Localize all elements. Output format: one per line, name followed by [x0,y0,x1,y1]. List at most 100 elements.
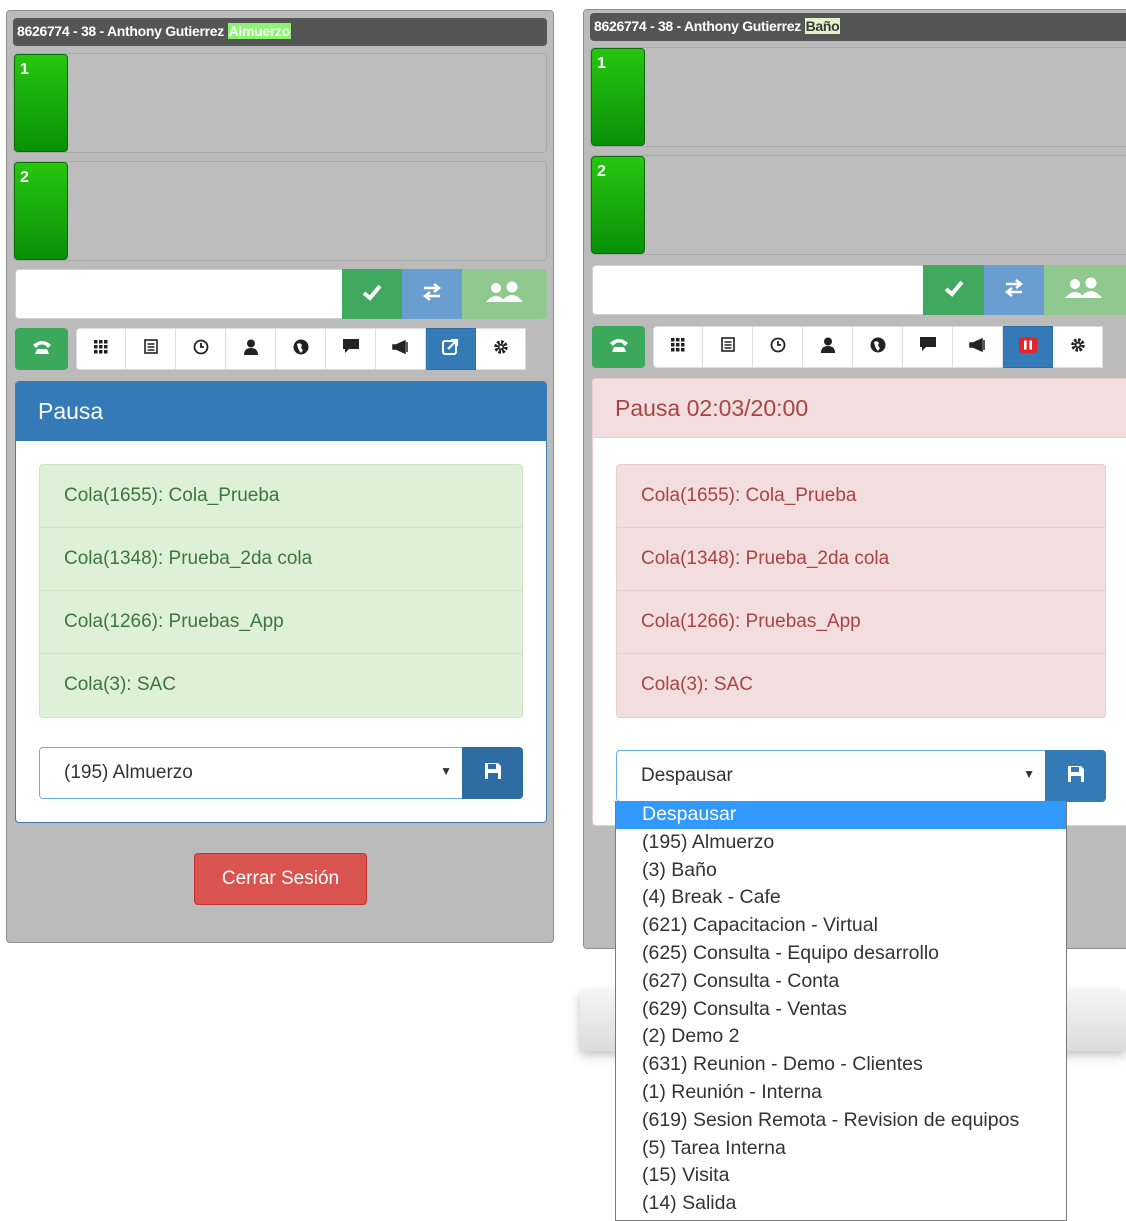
pause-reason-select[interactable]: Despausar ▼ [616,750,1046,802]
clock-icon [770,337,786,358]
tab-pause-status[interactable] [1003,326,1053,368]
dropdown-option[interactable]: (625) Consulta - Equipo desarrollo [616,940,1066,968]
tab-logout-status[interactable] [426,328,476,370]
queue-item: Cola(1655): Cola_Prueba [40,465,522,528]
dropdown-option[interactable]: (631) Reunion - Demo - Clientes [616,1051,1066,1079]
tab-keypad[interactable] [76,328,126,370]
transfer-icon [1003,278,1025,302]
gear-icon [1070,337,1086,358]
save-button[interactable] [462,747,523,799]
transfer-icon [421,282,443,306]
tab-broadcast[interactable] [376,328,426,370]
line-number: 2 [591,156,645,254]
call-button[interactable] [342,269,402,319]
tab-list[interactable] [703,326,753,368]
dial-input[interactable] [15,269,343,319]
tab-keypad[interactable] [653,326,703,368]
save-icon [484,762,502,785]
queue-list: Cola(1655): Cola_Prueba Cola(1348): Prue… [616,464,1106,718]
tab-web[interactable] [853,326,903,368]
queue-item: Cola(1348): Prueba_2da cola [40,528,522,591]
keypad-icon [671,337,685,357]
line-1[interactable]: 1 [590,47,1126,147]
pause-reason-value: (195) Almuerzo [64,762,193,783]
toolbar-tabs [592,326,1103,368]
gear-icon [493,339,509,360]
logout-icon [441,338,460,361]
user-icon [820,337,835,358]
pause-title: Pausa [16,382,546,441]
dropdown-option[interactable]: (627) Consulta - Conta [616,968,1066,996]
line-number: 2 [14,162,68,260]
dropdown-option[interactable]: (629) Consulta - Ventas [616,996,1066,1024]
status-badge: Baño [804,18,841,34]
pause-reason-value: Despausar [641,765,733,786]
logout-button[interactable]: Cerrar Sesión [194,853,367,905]
pause-reason-dropdown: Despausar (195) Almuerzo (3) Baño (4) Br… [615,801,1067,1221]
pause-icon [1018,336,1037,358]
dropdown-option[interactable]: (4) Break - Cafe [616,884,1066,912]
dropdown-option[interactable]: (5) Tarea Interna [616,1135,1066,1163]
tab-phone[interactable] [15,328,68,370]
tab-contacts[interactable] [803,326,853,368]
dropdown-option[interactable]: (15) Visita [616,1162,1066,1190]
tab-chat[interactable] [903,326,953,368]
dropdown-option[interactable]: (2) Demo 2 [616,1023,1066,1051]
save-button[interactable] [1045,750,1106,802]
queue-item: Cola(3): SAC [641,674,753,695]
dropdown-option[interactable]: (14) Salida [616,1190,1066,1218]
globe-icon [870,337,886,358]
conference-button[interactable] [462,269,547,319]
transfer-button[interactable] [984,265,1044,315]
agent-info: 8626774 - 38 - Anthony Gutierrez [17,23,224,39]
dropdown-option[interactable]: (619) Sesion Remota - Revision de equipo… [616,1107,1066,1135]
line-1[interactable]: 1 [13,53,547,153]
toolbar-tabs [15,328,526,370]
tab-contacts[interactable] [226,328,276,370]
dropdown-option[interactable]: (3) Baño [616,857,1066,885]
line-2[interactable]: 2 [13,161,547,261]
tab-history[interactable] [176,328,226,370]
megaphone-icon [391,339,410,359]
queue-item: Cola(3): SAC [64,674,176,695]
tab-phone[interactable] [592,326,645,368]
phone-icon [609,337,629,358]
megaphone-icon [968,337,987,357]
pause-reason-select[interactable]: (195) Almuerzo ▼ [39,747,463,799]
agent-header: 8626774 - 38 - Anthony Gutierrez Baño [590,13,1126,41]
phone-icon [32,339,52,360]
line-2[interactable]: 2 [590,155,1126,255]
list-icon [720,337,735,357]
dropdown-option[interactable]: Despausar [616,801,1066,829]
dial-input[interactable] [592,265,924,315]
save-icon [1067,765,1085,788]
tab-settings[interactable] [476,328,526,370]
queue-item: Cola(1266): Pruebas_App [617,591,1105,654]
queue-item: Cola(1348): Prueba_2da cola [617,528,1105,591]
status-badge: Almuerzo [227,23,291,39]
chat-icon [342,339,359,359]
tab-broadcast[interactable] [953,326,1003,368]
conference-button[interactable] [1044,265,1126,315]
tab-history[interactable] [753,326,803,368]
dropdown-option[interactable]: (195) Almuerzo [616,829,1066,857]
pause-panel: Pausa Cola(1655): Cola_Prueba Cola(1348)… [15,381,547,823]
tab-settings[interactable] [1053,326,1103,368]
dropdown-option[interactable]: (1) Reunión - Interna [616,1079,1066,1107]
tab-web[interactable] [276,328,326,370]
queue-item: Cola(1266): Pruebas_App [40,591,522,654]
chevron-down-icon: ▼ [440,764,452,778]
clock-icon [193,339,209,360]
agent-header: 8626774 - 38 - Anthony Gutierrez Almuerz… [13,18,547,46]
tab-list[interactable] [126,328,176,370]
agent-panel-left: 8626774 - 38 - Anthony Gutierrez Almuerz… [6,10,554,943]
call-button[interactable] [923,265,984,315]
transfer-button[interactable] [402,269,462,319]
queue-item: Cola(1655): Cola_Prueba [617,465,1105,528]
user-icon [243,339,258,360]
chat-icon [919,337,936,357]
chevron-down-icon: ▼ [1023,767,1035,781]
tab-chat[interactable] [326,328,376,370]
check-icon [361,281,383,308]
dropdown-option[interactable]: (621) Capacitacion - Virtual [616,912,1066,940]
